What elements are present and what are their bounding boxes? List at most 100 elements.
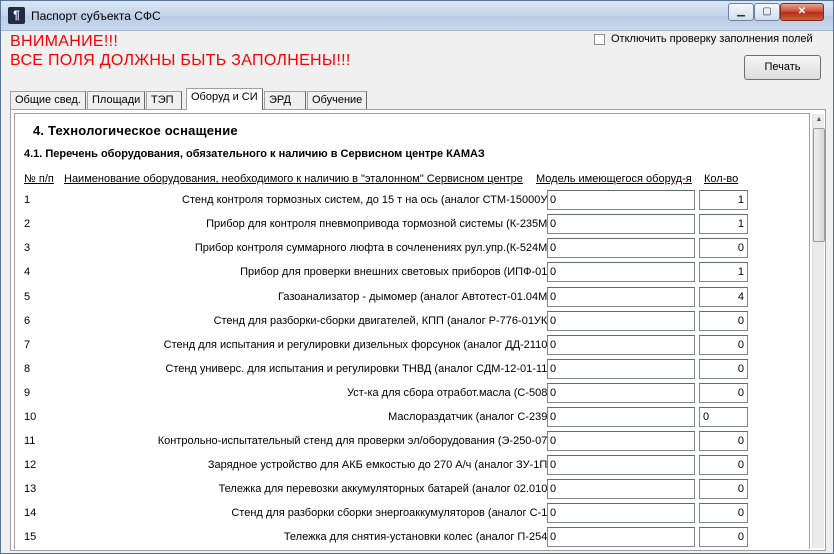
table-row: 15 Тележка для снятия-установки колес (ан… [15,527,809,549]
row-number: 12 [24,459,37,471]
model-input[interactable] [547,311,695,331]
row-equipment-name: Стенд для испытания и регулировки дизель… [163,339,551,351]
table-row: 2 Прибор для контроля пневмопривода тормо… [15,214,809,238]
model-input[interactable] [547,383,695,403]
table-row: 6 Стенд для разборки-сборки двигателей, К… [15,311,809,335]
row-number: 1 [24,194,31,206]
model-input[interactable] [547,335,695,355]
disable-check-label: Отключить проверку заполнения полей [611,33,813,45]
row-equipment-name: Стенд универс. для испытания и регулиров… [165,363,551,375]
disable-check-checkbox[interactable] [594,33,605,45]
model-input[interactable] [547,407,695,427]
quantity-input[interactable] [699,383,748,403]
quantity-input[interactable] [699,287,748,307]
row-number: 10 [24,411,37,423]
quantity-input[interactable] [699,311,748,331]
column-header-name: Наименование оборудования, необходимого … [64,173,523,185]
quantity-input[interactable] [699,262,748,282]
model-input[interactable] [547,479,695,499]
quantity-input[interactable] [699,527,748,547]
row-equipment-name: Зарядное устройство для АКБ емкостью до … [207,459,551,471]
row-number: 3 [24,242,31,254]
scroll-thumb[interactable] [813,128,825,242]
main-window: ¶ Паспорт субъекта СФС ▁ ▢ ✕ ВНИМАНИЕ!!!… [0,0,834,554]
quantity-input[interactable] [699,479,748,499]
tab-tep[interactable]: ТЭП [146,91,182,109]
row-equipment-name: Маслораздатчик (аналог С-239) [388,411,551,423]
model-input[interactable] [547,214,695,234]
row-number: 6 [24,315,31,327]
model-input[interactable] [547,527,695,547]
row-equipment-name: Прибор для контроля пневмопривода тормоз… [206,218,551,230]
table-row: 13 Тележка для перевозки аккумуляторных б… [15,479,809,503]
section-title: 4. Технологическое оснащение [33,123,238,138]
tab-panel: 4. Технологическое оснащение 4.1. Перече… [10,109,826,551]
minimize-button[interactable]: ▁ [728,3,754,21]
close-icon: ✕ [797,6,807,17]
table-row: 8 Стенд универс. для испытания и регулиро… [15,359,809,383]
model-input[interactable] [547,262,695,282]
quantity-input[interactable] [699,455,748,475]
column-header-qty: Кол-во [704,173,739,185]
column-header-model: Модель имеющегося оборуд-я [536,173,692,185]
model-input[interactable] [547,455,695,475]
scroll-up-icon[interactable]: ▲ [813,114,825,126]
row-number: 11 [24,435,36,447]
table-row: 5 Газоанализатор - дымомер (аналог Автоте… [15,287,809,311]
scroll-area: 4. Технологическое оснащение 4.1. Перече… [14,113,810,549]
maximize-icon: ▢ [762,6,772,17]
row-number: 2 [24,218,31,230]
model-input[interactable] [547,238,695,258]
row-equipment-name: Прибор контроля суммарного люфта в сочле… [194,242,551,254]
title-bar[interactable]: ¶ Паспорт субъекта СФС ▁ ▢ ✕ [1,1,833,31]
tab-equipment[interactable]: Оборуд и СИ [186,88,263,110]
print-button[interactable]: Печать [744,55,821,80]
row-equipment-name: Стенд для разборки-сборки двигателей, КП… [213,315,551,327]
quantity-input[interactable] [699,359,748,379]
row-equipment-name: Тележка для перевозки аккумуляторных бат… [218,483,551,495]
model-input[interactable] [547,503,695,523]
row-equipment-name: Контрольно-испытательный стенд для прове… [157,435,551,447]
maximize-button[interactable]: ▢ [754,3,780,21]
row-equipment-name: Стенд для разборки сборки энергоаккумуля… [231,507,551,519]
tab-training[interactable]: Обучение [307,91,367,109]
table-row: 1 Стенд контроля тормозных систем, до 15 … [15,190,809,214]
table-row: 12 Зарядное устройство для АКБ емкостью д… [15,455,809,479]
minimize-icon: ▁ [737,6,745,17]
disable-check-option[interactable]: Отключить проверку заполнения полей [594,33,813,45]
tab-erd[interactable]: ЭРД [264,91,306,109]
model-input[interactable] [547,190,695,210]
warning-line-2: ВСЕ ПОЛЯ ДОЛЖНЫ БЫТЬ ЗАПОЛНЕНЫ!!! [10,52,351,69]
model-input[interactable] [547,359,695,379]
row-number: 7 [24,339,31,351]
row-equipment-name: Уст-ка для сбора отработ.масла (С-508) [347,387,551,399]
table-row: 3 Прибор контроля суммарного люфта в сочл… [15,238,809,262]
tab-areas[interactable]: Площади [87,91,145,109]
row-number: 15 [24,531,37,543]
row-number: 14 [24,507,37,519]
app-icon: ¶ [8,7,25,24]
subsection-title: 4.1. Перечень оборудования, обязательног… [24,148,485,160]
quantity-input[interactable] [699,503,748,523]
model-input[interactable] [547,431,695,451]
warning-line-1: ВНИМАНИЕ!!! [10,33,119,50]
row-number: 8 [24,363,31,375]
window-title: Паспорт субъекта СФС [31,9,161,23]
table-row: 14 Стенд для разборки сборки энергоаккуму… [15,503,809,527]
vertical-scrollbar[interactable]: ▲ [812,114,825,548]
row-equipment-name: Тележка для снятия-установки колес (анал… [283,531,551,543]
tab-general[interactable]: Общие свед. [10,91,86,109]
quantity-input[interactable] [699,190,748,210]
row-equipment-name: Прибор для проверки внешних световых при… [240,266,551,278]
quantity-input[interactable] [699,431,748,451]
quantity-input[interactable] [699,335,748,355]
quantity-input[interactable] [699,407,748,427]
row-number: 5 [24,291,31,303]
table-row: 4 Прибор для проверки внешних световых пр… [15,262,809,286]
quantity-input[interactable] [699,238,748,258]
quantity-input[interactable] [699,214,748,234]
table-row: 7 Стенд для испытания и регулировки дизел… [15,335,809,359]
model-input[interactable] [547,287,695,307]
table-row: 9 Уст-ка для сбора отработ.масла (С-508) [15,383,809,407]
close-button[interactable]: ✕ [780,3,824,21]
